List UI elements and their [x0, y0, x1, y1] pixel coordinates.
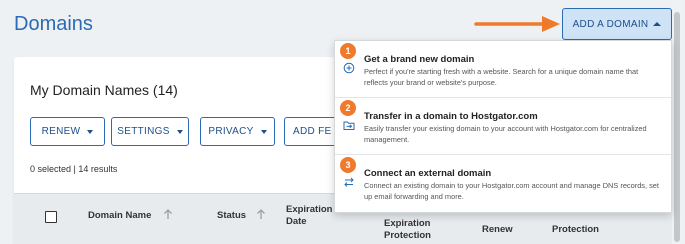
page-scrollbar[interactable]: [672, 0, 682, 244]
column-status[interactable]: Status: [217, 210, 246, 221]
caret-up-icon: [653, 22, 662, 26]
add-features-label: ADD FE: [293, 126, 332, 137]
column-expiration-protection-line2[interactable]: Protection: [384, 230, 431, 241]
sort-arrow-icon[interactable]: [256, 208, 266, 220]
swap-arrows-icon: [344, 177, 354, 187]
folder-transfer-icon: [343, 121, 355, 130]
select-all-checkbox[interactable]: [45, 211, 57, 223]
menu-item-description: Perfect if you're starting fresh with a …: [364, 67, 639, 87]
menu-item-title: Get a brand new domain: [364, 54, 475, 65]
column-domain-name[interactable]: Domain Name: [88, 210, 151, 221]
privacy-label: PRIVACY: [208, 126, 254, 137]
menu-item-connect-domain[interactable]: 3 Connect an external domain Connect an …: [335, 155, 671, 212]
results-count: 0 selected | 14 results: [30, 164, 118, 174]
plus-circle-icon: [343, 62, 355, 74]
renew-label: RENEW: [41, 126, 81, 137]
column-renew[interactable]: Renew: [482, 224, 513, 235]
add-domain-menu: 1 Get a brand new domain Perfect if you'…: [334, 40, 672, 213]
step-badge-2: 2: [340, 100, 356, 116]
renew-button[interactable]: RENEW: [30, 117, 105, 146]
step-badge-1: 1: [340, 43, 356, 59]
menu-item-description: Connect an existing domain to your Hostg…: [364, 181, 659, 201]
privacy-button[interactable]: PRIVACY: [200, 117, 275, 146]
column-expiration-protection-line1[interactable]: Expiration: [384, 218, 430, 229]
callout-arrow-icon: [474, 16, 560, 32]
chevron-down-icon: [260, 129, 267, 134]
menu-item-description: Easily transfer your existing domain to …: [364, 124, 647, 144]
menu-item-transfer-domain[interactable]: 2 Transfer in a domain to Hostgator.com …: [335, 98, 671, 155]
settings-label: SETTINGS: [117, 126, 170, 137]
add-domain-button[interactable]: ADD A DOMAIN: [562, 8, 672, 40]
column-expiration-date-line1[interactable]: Expiration: [286, 204, 332, 215]
step-badge-3: 3: [340, 157, 356, 173]
settings-button[interactable]: SETTINGS: [111, 117, 189, 146]
menu-item-title: Transfer in a domain to Hostgator.com: [364, 111, 538, 122]
chevron-down-icon: [87, 129, 94, 134]
column-expiration-date-line2[interactable]: Date: [286, 216, 307, 227]
add-domain-label: ADD A DOMAIN: [572, 18, 649, 30]
scrollbar-thumb[interactable]: [674, 12, 680, 242]
column-protection[interactable]: Protection: [552, 224, 599, 235]
menu-item-new-domain[interactable]: 1 Get a brand new domain Perfect if you'…: [335, 41, 671, 98]
page-title: Domains: [14, 13, 93, 35]
card-title: My Domain Names (14): [30, 82, 178, 98]
sort-arrow-icon[interactable]: [163, 208, 173, 220]
chevron-down-icon: [176, 129, 183, 134]
menu-item-title: Connect an external domain: [364, 168, 492, 179]
